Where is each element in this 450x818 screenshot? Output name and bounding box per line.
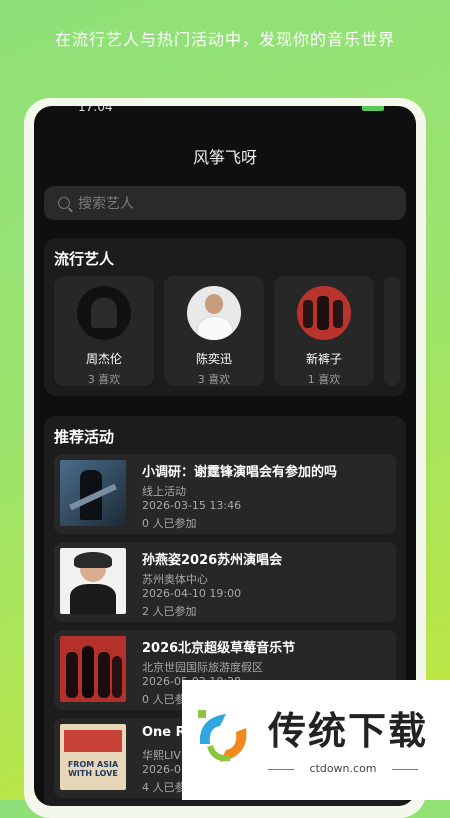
artist-card[interactable]: 周杰伦 3 喜欢 bbox=[54, 276, 154, 386]
artist-likes: 3 喜欢 bbox=[87, 373, 121, 386]
search-icon bbox=[58, 197, 70, 209]
artist-name: 新裤子 bbox=[305, 352, 342, 366]
artist-avatar bbox=[187, 286, 241, 340]
status-bar: 17:04 bbox=[34, 106, 416, 118]
event-location: 苏州奥体中心 bbox=[142, 573, 208, 586]
event-attendance: 2 人已参加 bbox=[142, 605, 197, 618]
event-title: One R bbox=[142, 725, 186, 740]
event-time: 2026-0 bbox=[142, 763, 181, 776]
search-input[interactable]: 搜索艺人 bbox=[44, 186, 406, 220]
search-placeholder: 搜索艺人 bbox=[78, 196, 134, 212]
event-thumbnail bbox=[60, 460, 126, 526]
artist-avatar bbox=[77, 286, 131, 340]
event-location: 北京世园国际旅游度假区 bbox=[142, 661, 263, 674]
event-thumbnail bbox=[60, 548, 126, 614]
event-location: 线上活动 bbox=[142, 485, 186, 498]
event-attendance: 0 人已参加 bbox=[142, 517, 197, 530]
event-title: 孙燕姿2026苏州演唱会 bbox=[142, 553, 283, 568]
artist-name: 陈奕迅 bbox=[195, 352, 232, 366]
event-thumbnail-text: FROM ASIA WITH LOVE bbox=[67, 760, 119, 778]
event-title: 小调研：谢霆锋演唱会有参加的吗 bbox=[142, 465, 338, 480]
artist-likes: 3 喜欢 bbox=[197, 373, 231, 386]
section-title-popular: 流行艺人 bbox=[54, 250, 115, 268]
event-card[interactable]: 孙燕姿2026苏州演唱会 苏州奥体中心 2026-04-10 19:00 2 人… bbox=[54, 542, 396, 622]
event-card[interactable]: 小调研：谢霆锋演唱会有参加的吗 线上活动 2026-03-15 13:46 0 … bbox=[54, 454, 396, 534]
section-title-recommend: 推荐活动 bbox=[54, 428, 115, 446]
artist-card[interactable]: 新裤子 1 喜欢 bbox=[274, 276, 374, 386]
artist-card[interactable]: 陈奕迅 3 喜欢 bbox=[164, 276, 264, 386]
promo-tagline: 在流行艺人与热门活动中，发现你的音乐世界 bbox=[54, 30, 395, 49]
event-thumbnail: FROM ASIA WITH LOVE bbox=[60, 724, 126, 790]
watermark-brand: 传统下载 bbox=[268, 709, 429, 753]
event-time: 2026-04-10 19:00 bbox=[142, 587, 242, 600]
artist-likes: 1 喜欢 bbox=[307, 373, 341, 386]
site-watermark: 传统下载 ctdown.com bbox=[182, 680, 450, 800]
divider bbox=[392, 769, 418, 770]
event-location: 华熙LIV bbox=[142, 749, 181, 762]
event-thumbnail bbox=[60, 636, 126, 702]
event-title: 2026北京超级草莓音乐节 bbox=[142, 641, 296, 656]
popular-artists-section: 流行艺人 周杰伦 3 喜欢 陈奕迅 3 喜欢 新裤子 1 喜欢 bbox=[44, 238, 406, 396]
event-attendance: 4 人已参 bbox=[142, 781, 186, 794]
event-time: 2026-03-15 13:46 bbox=[142, 499, 242, 512]
page-title: 风筝飞呀 bbox=[192, 148, 257, 167]
artist-card-partial[interactable] bbox=[384, 276, 400, 386]
brand-logo-icon bbox=[198, 710, 247, 762]
artist-name: 周杰伦 bbox=[85, 352, 122, 366]
status-time: 17:04 bbox=[78, 106, 113, 114]
battery-icon bbox=[362, 106, 384, 111]
artist-avatar bbox=[297, 286, 351, 340]
